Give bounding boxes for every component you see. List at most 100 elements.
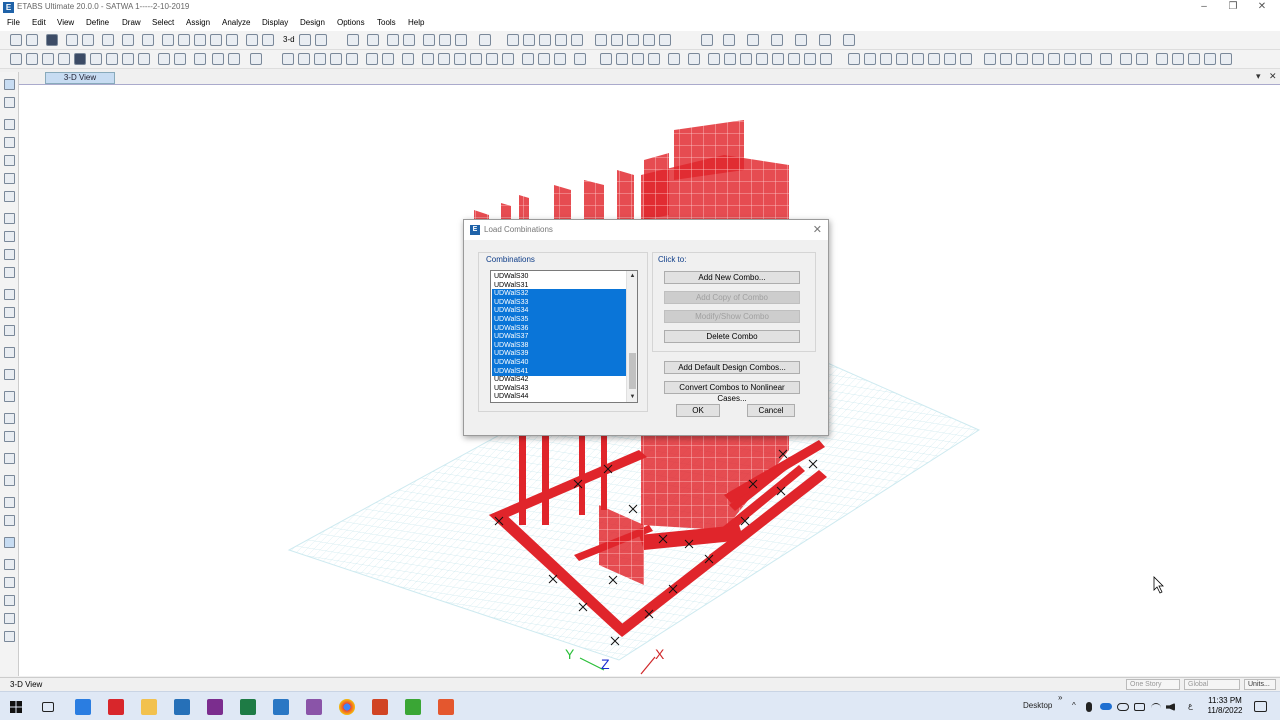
draw-floor-icon[interactable] — [4, 213, 15, 224]
select-all-icon[interactable] — [212, 53, 224, 65]
add-new-combo-button[interactable]: Add New Combo... — [664, 271, 800, 284]
draw-column-icon[interactable] — [4, 155, 15, 166]
snap-intersect-icon[interactable] — [42, 53, 54, 65]
pointer-icon[interactable] — [4, 79, 15, 90]
chrome-icon[interactable] — [339, 699, 355, 715]
group-icon[interactable] — [1156, 53, 1168, 65]
shell-stress-icon[interactable] — [595, 34, 607, 46]
reshape-icon[interactable] — [4, 97, 15, 108]
draw-joint-icon[interactable] — [4, 119, 15, 130]
brace-icon[interactable] — [523, 34, 535, 46]
tray-overflow-icon[interactable]: ^ — [1072, 701, 1076, 710]
snap-points-icon[interactable] — [10, 53, 22, 65]
snap-fine-grid-icon[interactable] — [4, 631, 15, 642]
define-wall-icon[interactable] — [912, 53, 924, 65]
deformed-shape-icon[interactable] — [555, 34, 567, 46]
tendon-icon[interactable] — [600, 53, 612, 65]
link-icon[interactable] — [554, 53, 566, 65]
shell-section-icon[interactable] — [402, 53, 414, 65]
snap-grid-icon[interactable] — [90, 53, 102, 65]
draw-tendon-icon[interactable] — [4, 475, 15, 486]
table-icon[interactable] — [627, 34, 639, 46]
fill-icon[interactable] — [819, 34, 831, 46]
snap-lines-icon[interactable] — [74, 53, 86, 65]
scroll-up-icon[interactable]: ▲ — [627, 271, 637, 281]
extend-icon[interactable] — [788, 53, 800, 65]
draw-opening-icon[interactable] — [4, 267, 15, 278]
outlook-icon[interactable] — [174, 699, 190, 715]
line-style-icon[interactable] — [795, 34, 807, 46]
windows-start-icon[interactable] — [10, 701, 22, 713]
list-scrollbar[interactable]: ▲ ▼ — [626, 271, 637, 402]
snap-mid-left-icon[interactable] — [4, 559, 15, 570]
assign-restraint-icon[interactable] — [282, 53, 294, 65]
new-model-icon[interactable] — [10, 34, 22, 46]
desktop-toolbar-label[interactable]: Desktop — [1023, 701, 1052, 710]
draw-spring-icon[interactable] — [174, 53, 186, 65]
replicate-icon[interactable] — [668, 53, 680, 65]
input-method-label[interactable]: ع — [1188, 701, 1193, 710]
notification-center-icon[interactable] — [1254, 701, 1267, 712]
menu-edit[interactable]: Edit — [32, 18, 46, 27]
expand-shrink-icon[interactable] — [772, 53, 784, 65]
run-analysis-icon[interactable] — [142, 34, 154, 46]
object-shrink-icon[interactable] — [423, 34, 435, 46]
zoom-in-icon[interactable] — [210, 34, 222, 46]
pier-icon[interactable] — [1120, 53, 1132, 65]
list-item[interactable]: UDWalS44 — [492, 392, 626, 401]
convert-combos-button[interactable]: Convert Combos to Nonlinear Cases... — [664, 381, 800, 403]
menu-tools[interactable]: Tools — [377, 18, 396, 27]
view-3d-button[interactable]: 3-d — [283, 35, 295, 44]
move-down-icon[interactable] — [403, 34, 415, 46]
draw-arc-icon[interactable] — [158, 53, 170, 65]
shell-load-icon[interactable] — [538, 53, 550, 65]
quick-wall-icon[interactable] — [4, 307, 15, 318]
snap-perpendicular-left-icon[interactable] — [4, 595, 15, 606]
join-icon[interactable] — [820, 53, 832, 65]
close-window-button[interactable]: ✕ — [1248, 0, 1276, 15]
redo-icon[interactable] — [82, 34, 94, 46]
extrude-icon[interactable] — [479, 34, 491, 46]
microphone-icon[interactable] — [1086, 702, 1092, 712]
onenote-icon[interactable] — [207, 699, 223, 715]
toolbar-chevron-icon[interactable]: » — [1058, 693, 1062, 702]
define-section-icon[interactable] — [864, 53, 876, 65]
tab-close-icon[interactable]: ✕ — [1269, 71, 1277, 82]
word-icon[interactable] — [273, 699, 289, 715]
draw-brace-icon[interactable] — [4, 191, 15, 202]
clear-selection-icon[interactable] — [250, 53, 262, 65]
frame-section-icon[interactable] — [366, 53, 378, 65]
draw-link-icon[interactable] — [4, 347, 15, 358]
paste-icon[interactable] — [632, 53, 644, 65]
scroll-thumb[interactable] — [629, 353, 636, 389]
text-tool-icon[interactable] — [701, 34, 713, 46]
mass-source-icon[interactable] — [1032, 53, 1044, 65]
draw-rect-floor-icon[interactable] — [4, 231, 15, 242]
select-previous-left-icon[interactable] — [4, 515, 15, 526]
graph-icon[interactable] — [611, 34, 623, 46]
snap-center-icon[interactable] — [138, 53, 150, 65]
quick-floor-icon[interactable] — [4, 249, 15, 260]
menu-draw[interactable]: Draw — [122, 18, 141, 27]
story-data-icon[interactable] — [1080, 53, 1092, 65]
ok-button[interactable]: OK — [676, 404, 720, 417]
story-dropdown[interactable]: One Story — [1126, 679, 1180, 690]
line-weight-icon[interactable] — [843, 34, 855, 46]
draw-dimension-icon[interactable] — [4, 391, 15, 402]
save-icon[interactable] — [46, 34, 58, 46]
temp-load-icon[interactable] — [502, 53, 514, 65]
trim-icon[interactable] — [804, 53, 816, 65]
point-load-icon[interactable] — [486, 53, 498, 65]
media-app-icon[interactable] — [306, 699, 322, 715]
select-joint-icon[interactable] — [194, 53, 206, 65]
punching-icon[interactable] — [1220, 53, 1232, 65]
minimize-button[interactable]: – — [1190, 0, 1218, 15]
menu-define[interactable]: Define — [86, 18, 109, 27]
wall-icon[interactable] — [539, 34, 551, 46]
align-icon[interactable] — [724, 53, 736, 65]
functions-icon[interactable] — [1064, 53, 1076, 65]
zoom-out-icon[interactable] — [194, 34, 206, 46]
snap-perp-icon[interactable] — [58, 53, 70, 65]
open-icon[interactable] — [26, 34, 38, 46]
define-rebar-icon[interactable] — [928, 53, 940, 65]
